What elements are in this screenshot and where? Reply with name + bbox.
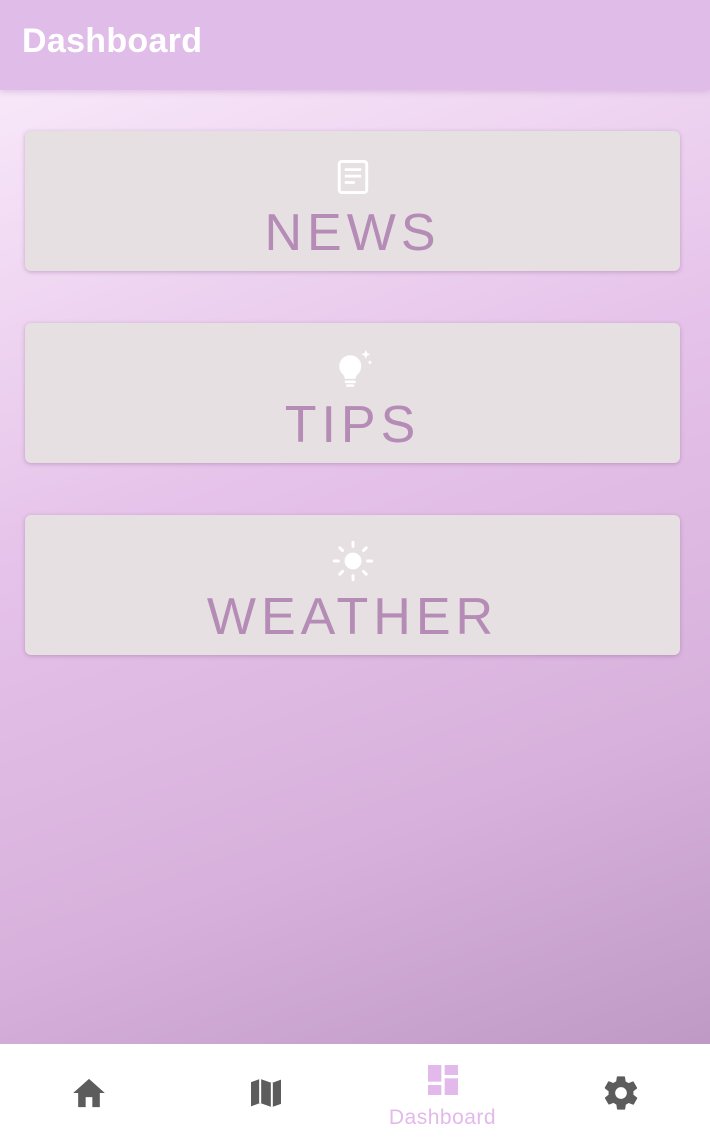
map-icon	[250, 1078, 281, 1108]
dashboard-screen: Dashboard NEWS TIPS WEATHER Dashboard	[0, 0, 710, 1138]
weather-label: WEATHER	[206, 588, 499, 646]
gear-icon	[604, 1076, 637, 1110]
dashboard-icon	[427, 1065, 458, 1095]
sun-icon	[332, 540, 373, 582]
article-icon	[337, 159, 368, 195]
lightbulb-sparkle-icon	[338, 349, 372, 387]
nav-dashboard-label: Dashboard	[388, 1106, 497, 1129]
bottom-navigation: Dashboard	[0, 1044, 710, 1138]
nav-map[interactable]	[177, 1044, 354, 1138]
home-icon	[72, 1078, 105, 1108]
news-card[interactable]: NEWS	[25, 131, 680, 271]
nav-dashboard[interactable]: Dashboard	[354, 1044, 531, 1138]
tips-label: TIPS	[284, 396, 421, 454]
news-label: NEWS	[264, 204, 441, 262]
page-title: Dashboard	[22, 22, 203, 60]
weather-card[interactable]: WEATHER	[25, 515, 680, 655]
tips-card[interactable]: TIPS	[25, 323, 680, 463]
app-bar: Dashboard	[0, 0, 710, 90]
nav-settings[interactable]	[532, 1044, 709, 1138]
nav-home[interactable]	[0, 1044, 177, 1138]
